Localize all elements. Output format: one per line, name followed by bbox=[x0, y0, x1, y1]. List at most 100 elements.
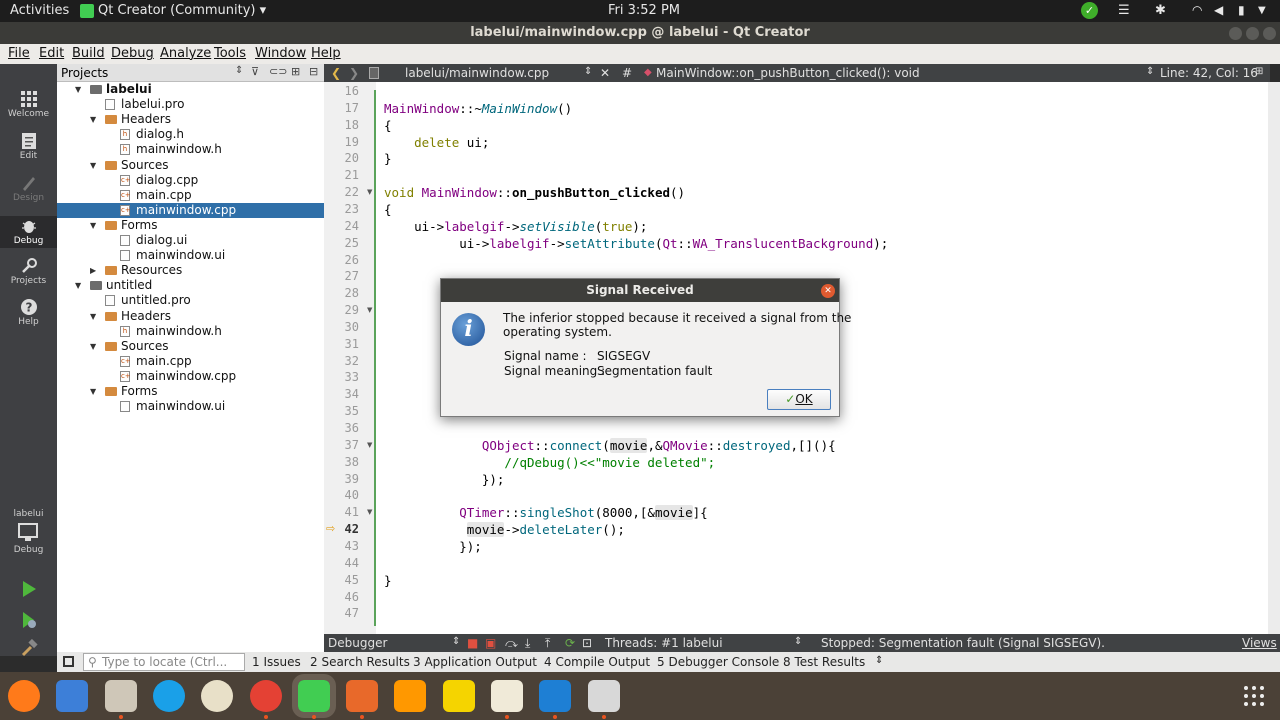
line-number[interactable]: 25 bbox=[329, 235, 359, 252]
line-number[interactable]: 22 bbox=[329, 184, 359, 201]
line-number[interactable]: 34 bbox=[329, 386, 359, 403]
app-menu[interactable]: Qt Creator (Community) ▾ bbox=[98, 3, 266, 18]
code-line[interactable]: //qDebug()<<"movie deleted"; bbox=[384, 454, 715, 471]
code-line[interactable]: QObject::connect(movie,&QMovie::destroye… bbox=[384, 437, 836, 454]
code-line[interactable]: { bbox=[384, 117, 392, 134]
more-panes-icon[interactable]: ⇕ bbox=[875, 655, 883, 666]
line-number[interactable]: 38 bbox=[329, 454, 359, 471]
tree-file-item[interactable]: mainwindow.ui bbox=[57, 399, 324, 414]
pane-application-output[interactable]: 3 Application Output bbox=[413, 655, 537, 669]
line-number[interactable]: 45 bbox=[329, 572, 359, 589]
tree-file-item[interactable]: mainwindow.ui bbox=[57, 248, 324, 263]
cursor-position[interactable]: Line: 42, Col: 16 bbox=[1160, 66, 1258, 80]
debugger-label[interactable]: Debugger bbox=[328, 636, 387, 650]
line-number[interactable]: 16 bbox=[329, 83, 359, 100]
line-number[interactable]: 29 bbox=[329, 302, 359, 319]
expanded-arrow-icon[interactable]: ▼ bbox=[90, 309, 96, 324]
views-menu[interactable]: Views bbox=[1242, 636, 1277, 650]
music-icon[interactable] bbox=[201, 680, 234, 712]
tree-file-item[interactable]: c+ mainwindow.cpp bbox=[57, 202, 324, 218]
tree-file-item[interactable]: c+ mainwindow.cpp bbox=[57, 369, 324, 384]
fold-marker-icon[interactable]: ▼ bbox=[367, 508, 372, 516]
debug-run-button[interactable] bbox=[0, 611, 57, 631]
code-line[interactable]: ui->labelgif->setVisible(true); bbox=[384, 218, 647, 235]
expanded-arrow-icon[interactable]: ▼ bbox=[90, 158, 96, 173]
tree-folder-item[interactable]: ▼ Headers bbox=[57, 309, 324, 324]
close-document-icon[interactable]: ✕ bbox=[600, 66, 610, 80]
wifi-icon[interactable]: ◠ bbox=[1192, 3, 1202, 17]
mode-projects[interactable]: Projects bbox=[0, 258, 57, 286]
split-editor-icon[interactable]: ⊞ bbox=[1255, 66, 1263, 77]
maximize-icon[interactable] bbox=[1246, 27, 1259, 40]
activities-button[interactable]: Activities bbox=[10, 3, 69, 18]
code-line[interactable]: } bbox=[384, 572, 392, 589]
line-number[interactable]: 32 bbox=[329, 353, 359, 370]
mode-welcome[interactable]: Welcome bbox=[0, 91, 57, 119]
back-icon[interactable]: ❮ bbox=[331, 66, 341, 80]
show-applications-icon[interactable] bbox=[1244, 686, 1266, 708]
step-over-icon[interactable]: ⤼ bbox=[505, 636, 518, 651]
line-number[interactable]: 17 bbox=[329, 100, 359, 117]
file-combo-arrows-icon[interactable]: ⇕ bbox=[584, 66, 592, 77]
fold-marker-icon[interactable]: ▼ bbox=[367, 441, 372, 449]
locator-input[interactable]: ⚲ Type to locate (Ctrl... bbox=[83, 653, 245, 671]
code-line[interactable]: }); bbox=[384, 471, 505, 488]
firefox-icon[interactable] bbox=[8, 680, 40, 712]
stop-debug-icon[interactable]: ■ bbox=[467, 636, 478, 650]
line-number[interactable]: 19 bbox=[329, 134, 359, 151]
threads-combo-icon[interactable]: ⇕ bbox=[794, 636, 802, 647]
dialog-close-icon[interactable]: ✕ bbox=[821, 284, 835, 298]
pane-combo-arrows-icon[interactable]: ⇕ bbox=[235, 65, 243, 76]
tree-file-item[interactable]: h dialog.h bbox=[57, 127, 324, 142]
system-menu-icon[interactable]: ▼ bbox=[1258, 5, 1266, 16]
debugger-combo-icon[interactable]: ⇕ bbox=[452, 636, 460, 647]
forward-icon[interactable]: ❯ bbox=[349, 66, 359, 80]
pane-search-results[interactable]: 2 Search Results bbox=[310, 655, 410, 669]
open-file-combo[interactable]: labelui/mainwindow.cpp bbox=[405, 66, 549, 80]
line-number[interactable]: 44 bbox=[329, 555, 359, 572]
menu-edit[interactable]: Edit bbox=[39, 46, 64, 61]
mode-help[interactable]: ? Help bbox=[0, 299, 57, 327]
operate-by-instruction-icon[interactable]: ⊡ bbox=[582, 636, 592, 650]
tree-folder-item[interactable]: ▼ Sources bbox=[57, 339, 324, 354]
files-icon[interactable] bbox=[104, 680, 137, 712]
tree-folder-item[interactable]: ▼ Forms bbox=[57, 384, 324, 399]
line-number[interactable]: 31 bbox=[329, 336, 359, 353]
expanded-arrow-icon[interactable]: ▼ bbox=[90, 218, 96, 233]
fold-marker-icon[interactable]: ▼ bbox=[367, 188, 372, 196]
code-line[interactable]: void MainWindow::on_pushButton_clicked() bbox=[384, 184, 685, 201]
build-button[interactable] bbox=[0, 639, 57, 659]
symbol-combo[interactable]: MainWindow::on_pushButton_clicked(): voi… bbox=[656, 66, 920, 80]
clock[interactable]: Fri 3:52 PM bbox=[608, 3, 680, 18]
line-number[interactable]: 30 bbox=[329, 319, 359, 336]
line-number-gutter[interactable]: 16 17 18 19 20 21 22 ▼ 23 24 25 26 27 28 29 ▼ 30 31 32 33 34… bbox=[324, 82, 376, 634]
projects-pane-title[interactable]: Projects bbox=[61, 66, 108, 80]
threads-label[interactable]: Threads: #1 labelui bbox=[605, 636, 723, 650]
expanded-arrow-icon[interactable]: ▼ bbox=[90, 112, 96, 127]
line-number[interactable]: 28 bbox=[329, 285, 359, 302]
battery-icon[interactable]: ▮ bbox=[1238, 3, 1245, 17]
line-number[interactable]: 43 bbox=[329, 538, 359, 555]
expanded-arrow-icon[interactable]: ▼ bbox=[75, 82, 81, 97]
menu-tools[interactable]: Tools bbox=[214, 46, 246, 61]
skype-icon[interactable] bbox=[152, 680, 185, 712]
tree-project-item[interactable]: ▼ untitled bbox=[57, 278, 324, 293]
mode-debug[interactable]: Debug bbox=[0, 216, 57, 248]
line-number[interactable]: 37 bbox=[329, 437, 359, 454]
expanded-arrow-icon[interactable]: ▼ bbox=[75, 278, 81, 293]
tree-file-item[interactable]: c+ main.cpp bbox=[57, 188, 324, 203]
step-out-icon[interactable]: ⤒ bbox=[545, 636, 550, 651]
line-number[interactable]: 46 bbox=[329, 589, 359, 606]
code-line[interactable]: } bbox=[384, 150, 392, 167]
pane-test-results[interactable]: 8 Test Results bbox=[783, 655, 865, 669]
code-line[interactable]: { bbox=[384, 201, 392, 218]
expanded-arrow-icon[interactable]: ▼ bbox=[90, 384, 96, 399]
line-number[interactable]: 35 bbox=[329, 403, 359, 420]
line-number[interactable]: 33 bbox=[329, 369, 359, 386]
code-line[interactable]: }); bbox=[384, 538, 482, 555]
code-line[interactable]: QTimer::singleShot(8000,[&movie]{ bbox=[384, 504, 708, 521]
screen-recorder-icon[interactable] bbox=[587, 680, 620, 712]
tree-file-item[interactable]: dialog.ui bbox=[57, 233, 324, 248]
pane-debugger-console[interactable]: 5 Debugger Console bbox=[657, 655, 779, 669]
line-number[interactable]: 18 bbox=[329, 117, 359, 134]
